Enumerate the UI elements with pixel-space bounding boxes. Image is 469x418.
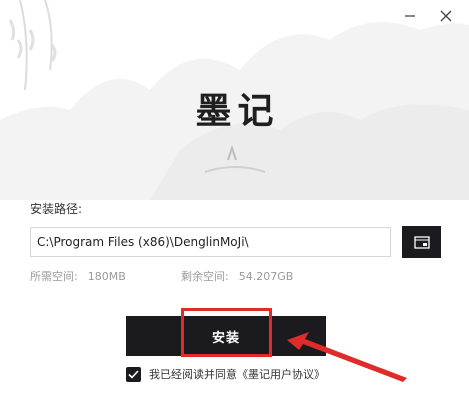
- agreement-text: 我已经阅读并同意: [149, 368, 237, 381]
- required-space: 所需空间: 180MB: [30, 268, 126, 284]
- minimize-button[interactable]: [396, 4, 424, 28]
- agreement-row: 我已经阅读并同意 《墨记用户协议》: [126, 366, 325, 382]
- remaining-space: 剩余空间: 54.207GB: [181, 268, 293, 284]
- remaining-space-value: 54.207GB: [238, 270, 294, 283]
- folder-icon: [413, 236, 430, 249]
- installer-window: 墨记 安装路径: 所需空间: 180MB 剩余空间: 54.207GB 安装 我已经…: [0, 0, 469, 418]
- minimize-icon: [405, 15, 415, 17]
- install-path-input[interactable]: [30, 227, 391, 257]
- required-space-value: 180MB: [87, 270, 126, 283]
- app-title: 墨记: [195, 90, 280, 132]
- close-icon: [440, 10, 452, 22]
- user-agreement-link[interactable]: 《墨记用户协议》: [237, 366, 325, 382]
- install-button-label: 安装: [211, 330, 240, 346]
- remaining-space-label: 剩余空间:: [181, 270, 229, 283]
- agree-checkbox[interactable]: [126, 366, 141, 382]
- close-button[interactable]: [432, 4, 460, 28]
- browse-folder-button[interactable]: [402, 226, 441, 258]
- install-button[interactable]: 安装: [126, 316, 326, 356]
- checkmark-icon: [128, 369, 139, 379]
- required-space-label: 所需空间:: [30, 270, 78, 283]
- install-path-label: 安装路径:: [30, 202, 83, 216]
